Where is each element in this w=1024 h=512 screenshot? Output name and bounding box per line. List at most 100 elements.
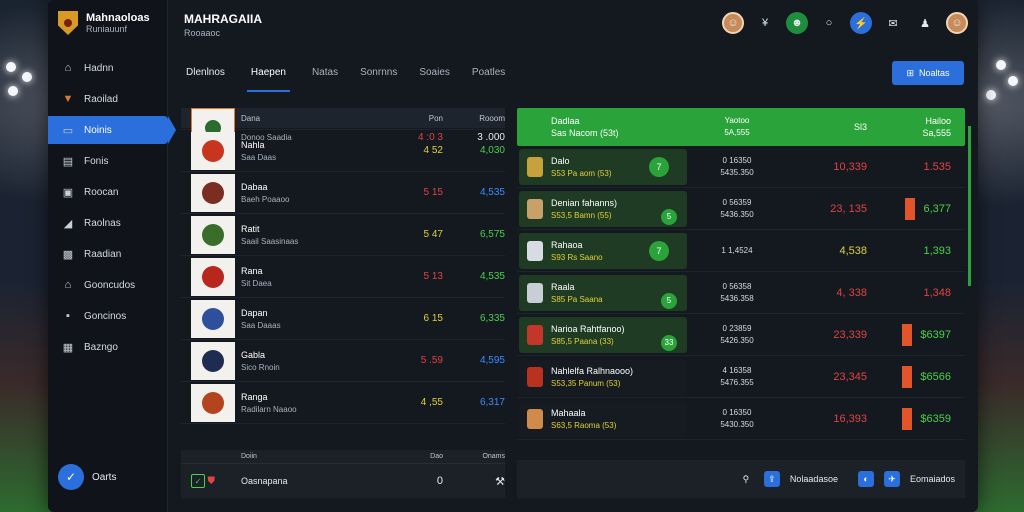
player-sub: S93 Rs Saano bbox=[551, 252, 603, 262]
table-row[interactable]: Gabla Sico Rnoin 5 .59 4,595 bbox=[181, 340, 505, 382]
player-card[interactable]: Rahaoa S93 Rs Saano 7 bbox=[519, 232, 687, 269]
team-name: Nahla bbox=[241, 139, 265, 150]
team-name: Gabla bbox=[241, 349, 266, 360]
player-card[interactable]: Nahlelfa Ralhnaooo) S53,35 Panum (53) bbox=[519, 358, 687, 395]
status-badge: 5 bbox=[661, 292, 677, 309]
team-value-1: 5 13 bbox=[391, 271, 451, 282]
mail-icon[interactable]: ✉ bbox=[882, 12, 904, 34]
sidebar-item-2[interactable]: ▭ Noinis bbox=[48, 116, 176, 144]
player-card[interactable]: Denian fahanns) S53,5 Bamn (55) 5 bbox=[519, 190, 687, 227]
sidebar-item-3[interactable]: ▤ Fonis bbox=[48, 147, 167, 175]
search-icon[interactable]: ⚲ bbox=[738, 471, 754, 487]
sidebar-item-0[interactable]: ⌂ Hadnn bbox=[48, 54, 167, 82]
team-crest-icon bbox=[191, 383, 235, 422]
player-row[interactable]: Narioa Rahtfanoo) S85,5 Paana (33) 33 0 238… bbox=[517, 314, 965, 356]
team-value-1-text: 5 .59 bbox=[420, 355, 443, 366]
sidebar-item-1[interactable]: ▼ Raoilad bbox=[48, 85, 167, 113]
team-value-2: 4,030 bbox=[479, 145, 505, 156]
tab-3[interactable]: Sonrnns bbox=[360, 58, 397, 92]
shield-icon: ▼ bbox=[62, 93, 74, 105]
player-name: Denian fahanns) bbox=[551, 197, 618, 208]
player-value-1: 23,339 bbox=[833, 328, 867, 341]
footer-link-2[interactable]: Eomaiados bbox=[910, 474, 955, 484]
scrollbar[interactable] bbox=[968, 126, 971, 286]
table-row[interactable]: Dapan Saa Daaas 6 15 6,335 bbox=[181, 298, 505, 340]
table-row[interactable]: Dabaa Baeh Poaaoo 5 15 4,535 bbox=[181, 172, 505, 214]
player-value-2: $6397 bbox=[877, 323, 965, 346]
share-icon[interactable]: ✈ bbox=[883, 471, 900, 487]
stat-line-2: 5435.350 bbox=[720, 167, 754, 177]
indicator-bar bbox=[902, 407, 913, 430]
header-rating: Rooom bbox=[479, 113, 505, 123]
player-value-2-text: 1,348 bbox=[923, 286, 951, 299]
player-sub: S53,35 Panum (53) bbox=[551, 378, 621, 388]
wrench-icon[interactable]: ⚒ bbox=[451, 475, 505, 488]
table-row[interactable]: Rana Sit Daea 5 13 4,535 bbox=[181, 256, 505, 298]
box-icon: ▪ bbox=[66, 310, 70, 322]
player-figure-icon bbox=[527, 282, 543, 303]
user-profile[interactable]: ✓ Oarts bbox=[58, 464, 116, 490]
player-card[interactable]: Dalo S53 Pa aom (53) 7 bbox=[519, 148, 687, 185]
stadium-light bbox=[6, 62, 16, 72]
add-button[interactable]: ⊞ Noaltas bbox=[892, 61, 964, 85]
user-name: Oarts bbox=[92, 471, 117, 483]
stat-line-2: 5436.358 bbox=[720, 293, 754, 303]
player-value-1: 23, 135 bbox=[830, 202, 867, 215]
search-icon[interactable]: ○ bbox=[818, 12, 840, 34]
player-row[interactable]: Raala S85 Pa Saana 5 0 56358 5436.358 4, 338 1… bbox=[517, 272, 965, 314]
player-value-1: 16,393 bbox=[833, 412, 867, 425]
player-row[interactable]: Dalo S53 Pa aom (53) 7 0 16350 5435.350 10,33… bbox=[517, 146, 965, 188]
tab-0[interactable]: Dlenlnos bbox=[186, 58, 225, 92]
player-row[interactable]: Mahaala S63,5 Raoma (53) 0 16350 5430.350 16… bbox=[517, 398, 965, 440]
player-avatar-icon[interactable]: ☻ bbox=[786, 12, 808, 34]
stat-line-2: 5430.350 bbox=[720, 419, 754, 429]
team-value-1: 5 .59 bbox=[391, 355, 451, 366]
player-card[interactable]: Mahaala S63,5 Raoma (53) bbox=[519, 400, 687, 437]
crest-icon bbox=[202, 349, 224, 372]
crest-icon bbox=[202, 181, 224, 204]
sidebar-item-8[interactable]: ▪ Goncinos bbox=[48, 302, 167, 330]
sidebar-item-4[interactable]: ▣ Roocan bbox=[48, 178, 167, 206]
tab-2[interactable]: Natas bbox=[312, 58, 338, 92]
team-name: Ratit bbox=[241, 223, 260, 234]
stat-line-1: 0 56359 bbox=[722, 197, 752, 207]
team-value-1-text: 4 52 bbox=[423, 145, 443, 156]
player-value-1: 4, 338 bbox=[836, 286, 867, 299]
table-row[interactable]: Ratit Saail Saasinaas 5 47 6,575 bbox=[181, 214, 505, 256]
sidebar-item-7[interactable]: ⌂ Gooncudos bbox=[48, 271, 167, 299]
player-row[interactable]: Denian fahanns) S53,5 Bamn (55) 5 0 56359 54… bbox=[517, 188, 965, 230]
player-value-1: 10,339 bbox=[833, 160, 867, 173]
select-checkbox[interactable]: ✓ bbox=[191, 474, 205, 488]
player-value-1: 4,538 bbox=[839, 244, 867, 257]
brand[interactable]: Mahnaoloas Runiauunf bbox=[48, 0, 167, 46]
manager-avatar-icon[interactable]: ☺ bbox=[722, 12, 744, 34]
player-value-2: 1.535 bbox=[877, 161, 965, 173]
crest-icon bbox=[202, 307, 224, 330]
footer-link-1[interactable]: Nolaadasoe bbox=[790, 474, 838, 484]
player-card[interactable]: Raala S85 Pa Saana 5 bbox=[519, 274, 687, 311]
currency-icon[interactable]: ¥ bbox=[754, 12, 776, 34]
team-name: Dapan bbox=[241, 307, 268, 318]
tab-4[interactable]: Soaies bbox=[419, 58, 450, 92]
sidebar-nav: ⌂ Hadnn ▼ Raoilad ▭ Noinis ▤ Fonis ▣ Roocan ◢ Raoln… bbox=[48, 54, 176, 361]
stat-line-1: 0 16350 bbox=[722, 155, 752, 165]
tab-5[interactable]: Poatles bbox=[472, 58, 505, 92]
indicator-bar bbox=[902, 323, 913, 346]
player-card[interactable]: Narioa Rahtfanoo) S85,5 Paana (33) 33 bbox=[519, 316, 687, 353]
user-icon[interactable]: ♟ bbox=[914, 12, 936, 34]
chart-icon: ▤ bbox=[62, 155, 74, 168]
export-icon[interactable]: ⇪ bbox=[763, 471, 780, 487]
tab-1[interactable]: Haepen bbox=[246, 58, 290, 92]
player-value-2-text: $6397 bbox=[920, 328, 951, 341]
player-sub: S53 Pa aom (53) bbox=[551, 168, 612, 178]
sidebar-item-5[interactable]: ◢ Raolnas bbox=[48, 209, 167, 237]
sidebar-item-6[interactable]: ▩ Raadian bbox=[48, 240, 167, 268]
profile-avatar-icon[interactable]: ☺ bbox=[946, 12, 968, 34]
player-row[interactable]: Nahlelfa Ralhnaooo) S53,35 Panum (53) 4 16… bbox=[517, 356, 965, 398]
stat-line-2: 5436.350 bbox=[720, 209, 754, 219]
sidebar-item-9[interactable]: ▦ Bazngo bbox=[48, 333, 167, 361]
globe-icon[interactable]: ◐ bbox=[857, 471, 874, 487]
energy-icon[interactable]: ⚡ bbox=[850, 12, 872, 34]
player-row[interactable]: Rahaoa S93 Rs Saano 7 1 1,4524 4,538 1,393 bbox=[517, 230, 965, 272]
table-row[interactable]: Ranga Radilarn Naaoo 4 ,55 6,317 bbox=[181, 382, 505, 424]
